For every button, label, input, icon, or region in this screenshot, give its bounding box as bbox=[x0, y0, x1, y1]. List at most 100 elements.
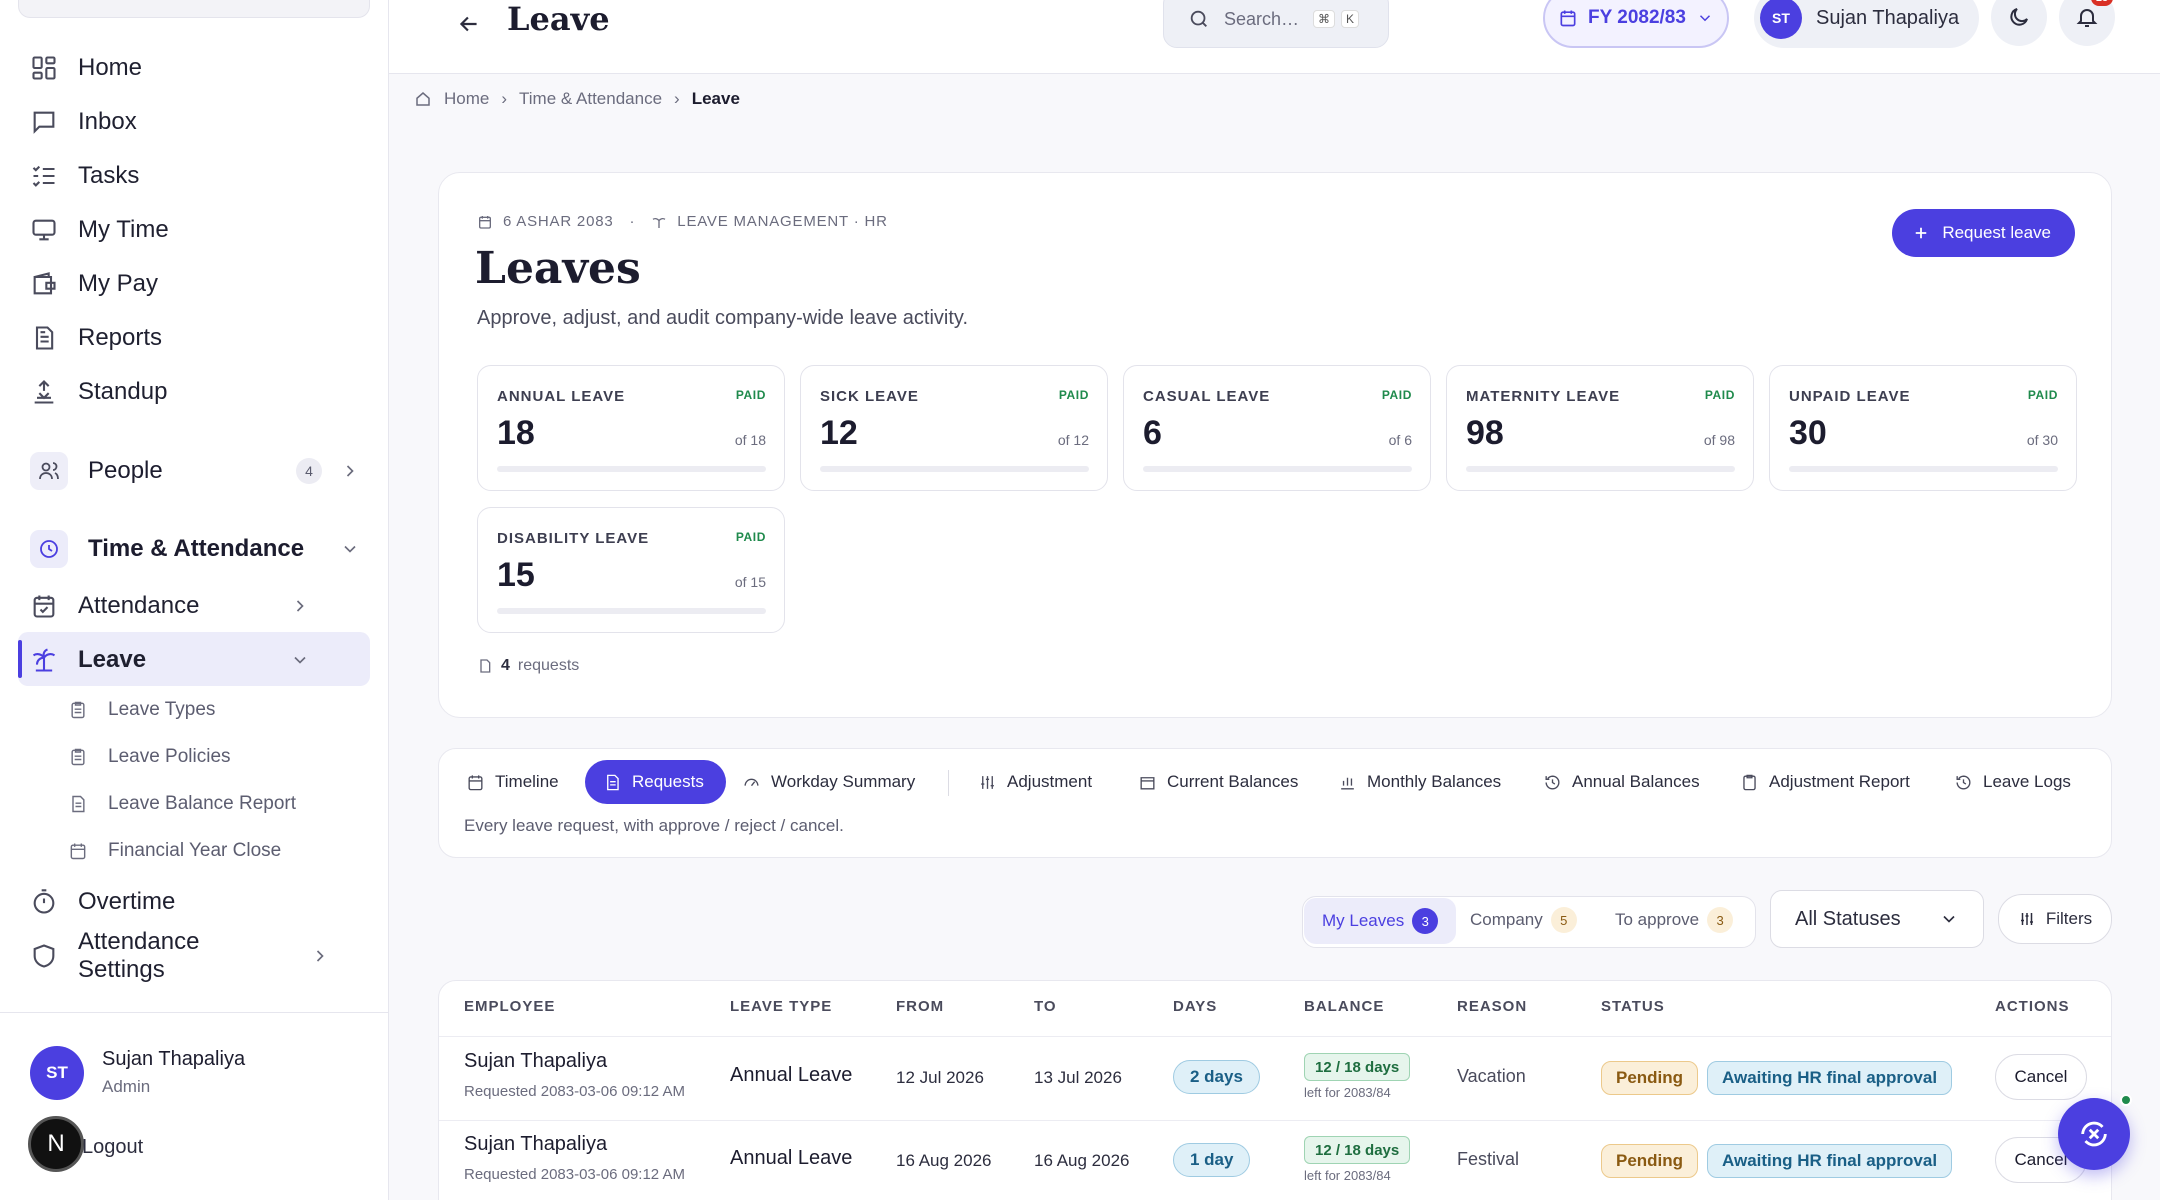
stat-bar bbox=[1466, 466, 1735, 472]
stat-card-sick[interactable]: SICK LEAVE PAID 12 of 12 bbox=[800, 365, 1108, 491]
logout-link[interactable]: Logout bbox=[82, 1136, 143, 1159]
sidebar-user-role: Admin bbox=[102, 1077, 151, 1096]
chevron-down-icon[interactable] bbox=[340, 539, 360, 559]
notifications-button[interactable]: 13 bbox=[2059, 0, 2115, 46]
sidebar-subitem-financial-year-close[interactable]: Financial Year Close bbox=[68, 836, 281, 866]
sidebar-item-time-attendance[interactable]: Time & Attendance bbox=[30, 528, 360, 570]
tab-leave-logs[interactable]: Leave Logs bbox=[1954, 760, 2071, 804]
stat-bar bbox=[497, 608, 766, 614]
request-leave-button[interactable]: Request leave bbox=[1892, 209, 2075, 257]
stat-card-unpaid[interactable]: UNPAID LEAVE PAID 30 of 30 bbox=[1769, 365, 2077, 491]
column-header-actions[interactable]: ACTIONS bbox=[1995, 998, 2070, 1015]
filters-button[interactable]: Filters bbox=[1998, 894, 2112, 944]
avatar[interactable]: ST bbox=[30, 1046, 84, 1100]
chevron-right-icon[interactable] bbox=[290, 596, 310, 616]
breadcrumb-home[interactable]: Home bbox=[444, 89, 489, 109]
tab-adjustment[interactable]: Adjustment bbox=[978, 760, 1092, 804]
chevron-down-icon bbox=[1943, 915, 1955, 923]
status-select[interactable]: All Statuses bbox=[1770, 890, 1984, 948]
sidebar-item-reports[interactable]: Reports bbox=[30, 316, 162, 360]
tab-workday-summary[interactable]: Workday Summary bbox=[742, 760, 915, 804]
chevron-down-icon[interactable] bbox=[290, 650, 310, 670]
tab-adjustment-report[interactable]: Adjustment Report bbox=[1740, 760, 1910, 804]
stat-bar bbox=[820, 466, 1089, 472]
sidebar-item-my-pay[interactable]: My Pay bbox=[30, 262, 158, 306]
column-header-employee[interactable]: EMPLOYEE bbox=[464, 998, 555, 1015]
sidebar-item-label: People bbox=[88, 457, 163, 484]
summary-meta: 6 ASHAR 2083 · LEAVE MANAGEMENT · HR bbox=[477, 213, 888, 230]
fiscal-year-select[interactable]: FY 2082/83 bbox=[1543, 0, 1729, 48]
sidebar-item-home[interactable]: Home bbox=[30, 46, 142, 90]
tab-label: Timeline bbox=[495, 772, 559, 791]
segment-company[interactable]: Company 5 bbox=[1470, 896, 1577, 944]
breadcrumb-current: Leave bbox=[691, 89, 740, 108]
column-header-to[interactable]: TO bbox=[1034, 998, 1057, 1015]
tab-requests[interactable]: Requests bbox=[585, 760, 726, 804]
sidebar-item-label: Home bbox=[78, 54, 143, 81]
gauge-icon bbox=[744, 778, 759, 786]
column-header-from[interactable]: FROM bbox=[896, 998, 944, 1015]
breadcrumb: Home › Time & Attendance › Leave bbox=[414, 86, 740, 112]
segment-my-leaves[interactable]: My Leaves 3 bbox=[1304, 898, 1457, 944]
column-header-days[interactable]: DAYS bbox=[1173, 998, 1217, 1015]
column-header-leave-type[interactable]: LEAVE TYPE bbox=[730, 998, 832, 1015]
segment-label: To approve bbox=[1615, 910, 1700, 929]
avatar: ST bbox=[1760, 0, 1802, 39]
column-header-status[interactable]: STATUS bbox=[1601, 998, 1665, 1015]
user-menu[interactable]: ST Sujan Thapaliya bbox=[1754, 0, 1979, 48]
sidebar-subitem-leave-types[interactable]: Leave Types bbox=[68, 695, 215, 725]
stat-card-disability[interactable]: DISABILITY LEAVE PAID 15 of 15 bbox=[477, 507, 785, 633]
inbox-icon bbox=[33, 111, 55, 134]
sidebar-subitem-leave-balance-report[interactable]: Leave Balance Report bbox=[68, 789, 296, 819]
theme-toggle-button[interactable] bbox=[1991, 0, 2047, 46]
assistant-fab-button[interactable] bbox=[2058, 1098, 2130, 1170]
balance-note: left for 2083/84 bbox=[1304, 1085, 1391, 1100]
segment-label: My Leaves bbox=[1322, 911, 1405, 930]
summary-module: LEAVE MANAGEMENT · HR bbox=[677, 213, 888, 230]
sidebar-top-box[interactable] bbox=[18, 0, 370, 18]
stat-card-maternity[interactable]: MATERNITY LEAVE PAID 98 of 98 bbox=[1446, 365, 1754, 491]
sidebar-item-people[interactable]: People 4 bbox=[30, 450, 360, 492]
sidebar-item-standup[interactable]: Standup bbox=[30, 370, 167, 414]
stat-card-annual[interactable]: ANNUAL LEAVE PAID 18 of 18 bbox=[477, 365, 785, 491]
tab-timeline[interactable]: Timeline bbox=[466, 760, 559, 804]
tab-label: Annual Balances bbox=[1572, 772, 1700, 791]
segment-to-approve[interactable]: To approve 3 bbox=[1615, 896, 1734, 944]
tab-annual-balances[interactable]: Annual Balances bbox=[1543, 760, 1700, 804]
breadcrumb-separator: › bbox=[501, 89, 508, 108]
breadcrumb-section[interactable]: Time & Attendance bbox=[519, 89, 662, 109]
chevron-right-icon[interactable] bbox=[340, 461, 360, 481]
sidebar-item-attendance-settings[interactable]: Attendance Settings bbox=[30, 928, 330, 983]
stat-card-casual[interactable]: CASUAL LEAVE PAID 6 of 6 bbox=[1123, 365, 1431, 491]
people-count-badge: 4 bbox=[296, 458, 322, 484]
stat-label: ANNUAL LEAVE bbox=[497, 388, 626, 405]
search-input[interactable]: Search… ⌘ K bbox=[1163, 0, 1389, 48]
back-arrow-icon[interactable] bbox=[449, 4, 489, 44]
sidebar-item-tasks[interactable]: Tasks bbox=[30, 154, 139, 198]
from-date: 12 Jul 2026 bbox=[896, 1068, 984, 1087]
stat-paid-badge: PAID bbox=[1058, 388, 1089, 402]
fiscal-year-label: FY 2082/83 bbox=[1588, 7, 1686, 28]
reason: Festival bbox=[1457, 1149, 1520, 1169]
cancel-button[interactable]: Cancel bbox=[1995, 1054, 2087, 1100]
filters-label: Filters bbox=[2045, 909, 2093, 928]
tab-current-balances[interactable]: Current Balances bbox=[1138, 760, 1298, 804]
home-grid-icon bbox=[32, 56, 56, 80]
sidebar-item-inbox[interactable]: Inbox bbox=[30, 100, 137, 144]
sidebar-item-overtime[interactable]: Overtime bbox=[30, 880, 175, 924]
sidebar-subitem-leave-policies[interactable]: Leave Policies bbox=[68, 742, 231, 772]
tab-monthly-balances[interactable]: Monthly Balances bbox=[1338, 760, 1501, 804]
chevron-right-icon[interactable] bbox=[310, 946, 330, 966]
employee-name: Sujan Thapaliya bbox=[464, 1133, 608, 1155]
sidebar-item-my-time[interactable]: My Time bbox=[30, 208, 169, 252]
column-header-reason[interactable]: REASON bbox=[1457, 998, 1527, 1015]
moon-icon bbox=[2010, 8, 2028, 26]
stat-value: 98 bbox=[1466, 414, 1504, 452]
column-header-balance[interactable]: BALANCE bbox=[1304, 998, 1384, 1015]
kbd-cmd: ⌘ bbox=[1313, 10, 1336, 28]
sidebar-item-attendance[interactable]: Attendance bbox=[30, 584, 310, 628]
tab-label: Current Balances bbox=[1167, 772, 1299, 791]
requested-at: Requested 2083-03-06 09:12 AM bbox=[464, 1166, 685, 1183]
dev-tools-badge[interactable]: N bbox=[28, 1116, 84, 1172]
sidebar-item-leave[interactable]: Leave bbox=[30, 638, 310, 682]
